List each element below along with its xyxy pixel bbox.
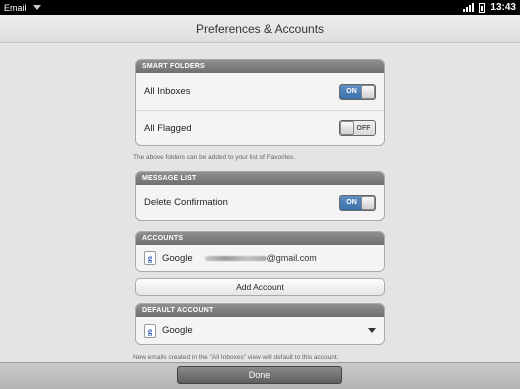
accounts-group: ACCOUNTS g Google @gmail.com xyxy=(135,231,385,272)
toggle-state: ON xyxy=(346,88,357,95)
default-account-header: DEFAULT ACCOUNT xyxy=(136,304,384,317)
app-name: Email xyxy=(4,2,27,13)
delete-confirmation-toggle[interactable]: ON xyxy=(339,194,376,211)
message-list-header: MESSAGE LIST xyxy=(136,172,384,185)
chevron-down-icon xyxy=(32,5,41,10)
toggle-knob xyxy=(361,195,375,210)
account-row[interactable]: g Google @gmail.com xyxy=(136,245,384,271)
page-title: Preferences & Accounts xyxy=(0,15,520,43)
delete-confirmation-row: Delete Confirmation ON xyxy=(136,185,384,220)
all-flagged-row: All Flagged OFF xyxy=(136,110,384,145)
redacted-email xyxy=(204,255,267,261)
message-list-group: MESSAGE LIST Delete Confirmation ON xyxy=(135,171,385,221)
default-account-group: DEFAULT ACCOUNT g Google xyxy=(135,303,385,345)
done-button[interactable]: Done xyxy=(177,366,342,384)
google-icon: g xyxy=(144,251,156,265)
app-menu[interactable]: Email xyxy=(4,3,41,13)
all-inboxes-toggle[interactable]: ON xyxy=(339,83,376,100)
smart-folders-header: SMART FOLDERS xyxy=(136,60,384,73)
all-flagged-toggle[interactable]: OFF xyxy=(339,120,376,136)
default-account-select[interactable]: g Google xyxy=(136,317,384,344)
all-inboxes-row: All Inboxes ON xyxy=(136,73,384,110)
google-icon: g xyxy=(144,323,156,338)
account-name: Google xyxy=(162,252,193,264)
smart-folders-group: SMART FOLDERS All Inboxes ON All Flagged… xyxy=(135,59,385,146)
all-flagged-label: All Flagged xyxy=(144,122,192,134)
accounts-header: ACCOUNTS xyxy=(136,232,384,245)
toggle-state: OFF xyxy=(356,124,371,132)
clock: 13:43 xyxy=(490,2,516,13)
chevron-down-icon xyxy=(368,328,376,333)
favorites-note: The above folders can be added to your l… xyxy=(133,154,296,161)
toggle-state: ON xyxy=(346,199,357,206)
add-account-button[interactable]: Add Account xyxy=(135,278,385,296)
default-account-value: Google xyxy=(162,325,193,336)
signal-icon xyxy=(463,3,475,12)
status-bar: Email 13:43 xyxy=(0,0,520,15)
all-inboxes-label: All Inboxes xyxy=(144,86,191,97)
battery-icon xyxy=(479,2,486,13)
default-account-note: New emails created in the "All Inboxes" … xyxy=(133,354,339,361)
account-email-suffix: @gmail.com xyxy=(266,253,317,263)
delete-confirmation-label: Delete Confirmation xyxy=(144,197,228,208)
toggle-knob xyxy=(361,84,375,99)
